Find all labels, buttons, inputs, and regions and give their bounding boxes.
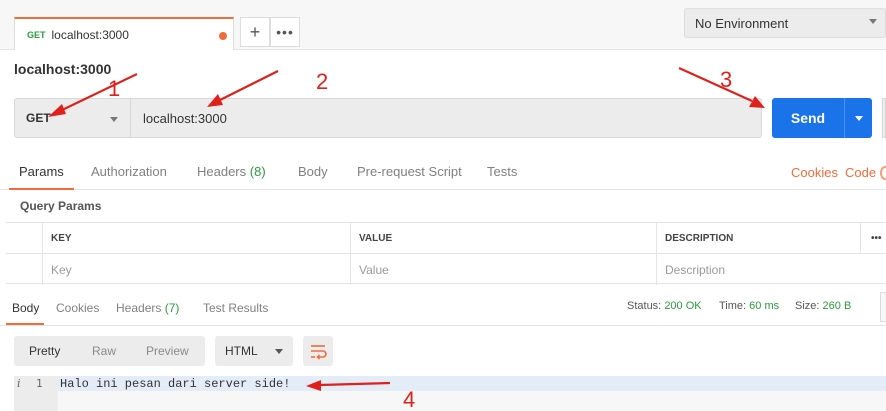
checkbox-column-header [6, 223, 42, 254]
annotation-label-1: 1 [108, 76, 121, 101]
value-input[interactable]: Value [350, 254, 656, 285]
cookies-link[interactable]: Cookies [791, 165, 838, 180]
annotation-label-2: 2 [316, 69, 329, 94]
status-value: 200 OK [664, 300, 702, 312]
tab-body[interactable]: Body [298, 164, 328, 179]
description-input[interactable]: Description [656, 254, 886, 285]
table-row: Key Value Description [6, 254, 886, 285]
column-header-key: KEY [42, 223, 350, 254]
annotation-arrow-2 [219, 70, 279, 101]
language-label: HTML [225, 344, 258, 358]
status-label: Status: [627, 300, 662, 312]
response-format-group: Pretty Raw Preview [14, 336, 205, 366]
wrap-lines-icon [311, 345, 327, 360]
response-tabs: Body Cookies Headers (7) Test Results St… [0, 292, 886, 326]
column-header-description: DESCRIPTION [656, 223, 860, 254]
wrap-lines-button[interactable] [303, 336, 333, 366]
tab-authorization[interactable]: Authorization [91, 164, 167, 179]
send-options-button[interactable] [844, 98, 872, 138]
column-header-value: VALUE [350, 223, 656, 254]
response-headers-label: Headers [116, 301, 162, 315]
save-button[interactable] [882, 98, 886, 138]
headers-count: (8) [249, 164, 266, 179]
response-tab-body[interactable]: Body [12, 301, 39, 315]
preview-button[interactable]: Preview [146, 344, 189, 358]
save-response-button[interactable] [880, 292, 886, 322]
response-tab-headers[interactable]: Headers (7) [116, 301, 179, 315]
comments-icon[interactable] [880, 166, 886, 180]
active-response-tab-indicator [6, 323, 44, 325]
environment-label: No Environment [695, 15, 789, 31]
key-input[interactable]: Key [42, 254, 350, 285]
tab-title: localhost:3000 [51, 27, 129, 42]
response-headers-count: (7) [164, 301, 180, 315]
row-checkbox[interactable] [6, 254, 42, 285]
method-label: GET [26, 111, 51, 125]
request-tab[interactable]: GET localhost:3000 [14, 17, 234, 50]
query-params-table: KEY VALUE DESCRIPTION ••• Key Value Desc… [6, 222, 886, 285]
info-icon: i [17, 377, 21, 390]
send-button[interactable]: Send [772, 98, 844, 138]
unsaved-dot-icon [219, 32, 227, 40]
environment-select[interactable]: No Environment [684, 8, 886, 38]
chevron-down-icon [275, 349, 283, 354]
size-value: 260 B [822, 300, 852, 312]
annotation-label-4: 4 [403, 387, 416, 411]
chevron-down-icon [110, 117, 118, 122]
code-link[interactable]: Code [845, 165, 876, 180]
request-name: localhost:3000 [14, 61, 112, 77]
method-select[interactable]: GET [14, 98, 131, 138]
raw-button[interactable]: Raw [92, 344, 116, 358]
new-tab-button[interactable]: + [240, 17, 270, 47]
tab-tests[interactable]: Tests [487, 164, 517, 179]
size-readout: Size: 260 B [795, 300, 851, 312]
request-tab-bar: GET localhost:3000 + ••• No Environment [0, 0, 886, 50]
line-number: 1 [36, 377, 43, 390]
response-text-line: Halo ini pesan dari server side! [60, 377, 291, 391]
chevron-down-icon [869, 19, 877, 24]
time-readout: Time: 60 ms [719, 300, 779, 312]
response-body-editor[interactable]: i 1 Halo ini pesan dari server side! [14, 376, 886, 411]
tab-method-label: GET [27, 29, 46, 40]
pretty-button[interactable]: Pretty [29, 344, 60, 358]
response-tab-test-results[interactable]: Test Results [203, 301, 268, 315]
tab-more-button[interactable]: ••• [270, 17, 300, 47]
tab-pre-request-script[interactable]: Pre-request Script [357, 164, 462, 179]
tab-headers-label: Headers [197, 164, 247, 179]
time-value: 60 ms [749, 300, 780, 312]
query-params-label: Query Params [20, 199, 102, 213]
columns-more-button[interactable]: ••• [860, 223, 886, 254]
tab-headers[interactable]: Headers (8) [197, 164, 266, 179]
language-select[interactable]: HTML [215, 336, 293, 366]
size-label: Size: [795, 300, 820, 312]
chevron-down-icon [855, 116, 863, 121]
tab-params[interactable]: Params [19, 164, 64, 179]
response-tab-cookies[interactable]: Cookies [56, 301, 99, 315]
active-tab-indicator [9, 188, 74, 190]
annotation-arrow-3 [678, 66, 753, 103]
url-input[interactable] [131, 98, 762, 138]
annotation-label-3: 3 [720, 67, 733, 92]
request-config-tabs: Params Authorization Headers (8) Body Pr… [0, 152, 886, 190]
status-readout: Status: 200 OK [627, 300, 702, 312]
table-header-row: KEY VALUE DESCRIPTION ••• [6, 223, 886, 254]
time-label: Time: [719, 300, 747, 312]
